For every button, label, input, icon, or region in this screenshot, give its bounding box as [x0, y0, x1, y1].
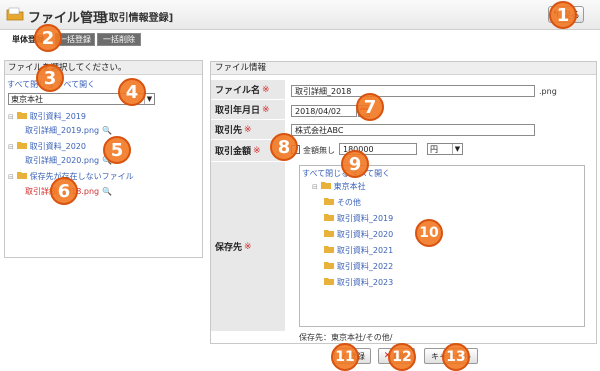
page-title: ファイル管理 [28, 11, 107, 26]
folder-icon [324, 214, 334, 221]
callout-marker: 12 [388, 343, 416, 371]
header-bar: ファイル管理 [取引情報登録] ↰ 戻る [0, 0, 600, 30]
callout-marker: 2 [34, 24, 62, 52]
tree-folder-label: 取引資料_2019 [29, 112, 86, 121]
tree-folder-label: 取引資料_2020 [29, 142, 86, 151]
no-amount-label: 金額無し [303, 146, 335, 155]
office-select-value: 東京本社 [11, 94, 43, 104]
tree-folder-label: 保存先が存在しないファイル [29, 172, 134, 181]
callout-marker: 9 [341, 150, 369, 178]
folder-icon [324, 262, 334, 269]
tab-bulk-delete[interactable]: 一括削除 [97, 33, 141, 46]
saveto-folder-label: 取引資料_2019 [336, 214, 394, 223]
callout-marker: 4 [118, 78, 146, 106]
saveto-label: 保存先 ※ [211, 162, 285, 332]
tree-row-folder-2019[interactable]: ⊟ 取引資料_2019 [8, 111, 86, 122]
saveto-root[interactable]: ⊟ 東京本社 [312, 181, 366, 192]
callout-marker: 11 [331, 343, 359, 371]
filename-input[interactable]: 取引詳細_2018 [291, 85, 535, 97]
saveto-folder-item[interactable]: 取引資料_2022 [324, 261, 393, 272]
currency-select-value: 円 [430, 144, 438, 154]
callout-marker: 13 [442, 343, 470, 371]
file-select-panel: ファイルを選択してください。 すべて閉じる | すべて開く 東京本社 ▼ ⊟ 取… [4, 60, 203, 258]
chevron-down-icon: ▼ [452, 144, 462, 154]
callout-marker: 10 [415, 219, 443, 247]
folder-icon [16, 112, 27, 119]
file-info-panel: ファイル情報 ファイル名 ※ 取引詳細_2018 .png 取引年月日 ※ 2018… [210, 61, 597, 344]
date-label: 取引年月日 ※ [211, 100, 285, 120]
filename-extension: .png [539, 87, 557, 96]
callout-marker: 1 [549, 1, 577, 29]
tree-file-label: 取引詳細_2019.png [25, 126, 100, 135]
filename-label: ファイル名 ※ [211, 80, 285, 100]
callout-marker: 7 [356, 93, 384, 121]
currency-select[interactable]: 円 ▼ [427, 143, 463, 155]
saveto-folder-label: その他 [336, 198, 361, 207]
saveto-folder-item[interactable]: 取引資料_2020 [324, 229, 393, 240]
folder-icon [324, 198, 334, 205]
saveto-folder-label: 取引資料_2022 [336, 262, 394, 271]
callout-marker: 3 [36, 64, 64, 92]
saveto-path: 保存先：東京本社/その他/ [299, 333, 393, 342]
tree-row-folder-2020[interactable]: ⊟ 取引資料_2020 [8, 141, 86, 152]
file-info-header: ファイル情報 [211, 62, 596, 75]
file-select-header: ファイルを選択してください。 [5, 61, 202, 75]
folder-icon [320, 182, 331, 189]
callout-marker: 8 [270, 133, 298, 161]
callout-marker: 6 [50, 177, 78, 205]
saveto-folder-item[interactable]: 取引資料_2023 [324, 277, 393, 288]
folder-icon [16, 142, 27, 149]
folder-icon [324, 230, 334, 237]
folder-icon [16, 172, 27, 179]
tree-row-file-2019[interactable]: 取引詳細_2019.png 🔍 [25, 125, 112, 136]
tree-file-label: 取引詳細_2020.png [25, 156, 100, 165]
saveto-folder-item[interactable]: 取引資料_2021 [324, 245, 393, 256]
file-manager-icon [6, 7, 24, 21]
partner-input[interactable]: 株式会社ABC [291, 124, 535, 136]
saveto-folder-label: 取引資料_2023 [336, 278, 394, 287]
saveto-tree: すべて閉じる | すべて開く ⊟ 東京本社 その他 取引資料_2019 取引資料… [299, 165, 585, 327]
preview-icon[interactable]: 🔍 [102, 187, 112, 196]
saveto-root-label: 東京本社 [333, 182, 366, 191]
callout-marker: 5 [103, 136, 131, 164]
date-input[interactable]: 2018/04/02 [291, 105, 357, 117]
folder-icon [324, 246, 334, 253]
saveto-folder-item[interactable]: 取引資料_2019 [324, 213, 393, 224]
saveto-folder-label: 取引資料_2020 [336, 230, 394, 239]
page-subtitle: [取引情報登録] [104, 13, 174, 24]
preview-icon[interactable]: 🔍 [102, 126, 112, 135]
tree-row-file-2020[interactable]: 取引詳細_2020.png 🔍 [25, 155, 112, 166]
folder-icon [324, 278, 334, 285]
saveto-folder-label: 取引資料_2021 [336, 246, 394, 255]
saveto-folder-item[interactable]: その他 [324, 197, 361, 208]
